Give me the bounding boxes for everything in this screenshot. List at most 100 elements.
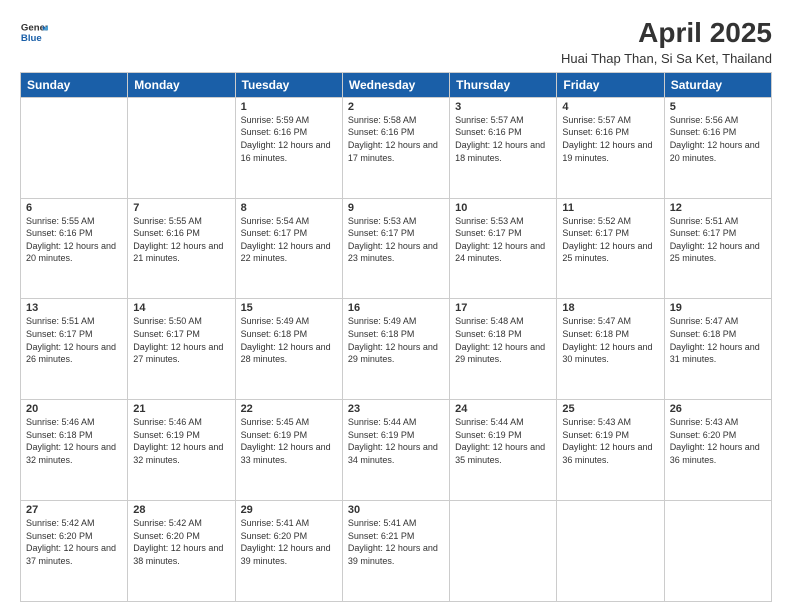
day-info: Sunrise: 5:49 AM Sunset: 6:18 PM Dayligh…: [241, 315, 337, 365]
calendar-week-row: 6Sunrise: 5:55 AM Sunset: 6:16 PM Daylig…: [21, 198, 772, 299]
day-info: Sunrise: 5:44 AM Sunset: 6:19 PM Dayligh…: [455, 416, 551, 466]
day-number: 27: [26, 504, 122, 516]
day-info: Sunrise: 5:55 AM Sunset: 6:16 PM Dayligh…: [133, 215, 229, 265]
day-number: 25: [562, 403, 658, 415]
day-number: 7: [133, 202, 229, 214]
day-info: Sunrise: 5:52 AM Sunset: 6:17 PM Dayligh…: [562, 215, 658, 265]
table-row: 20Sunrise: 5:46 AM Sunset: 6:18 PM Dayli…: [21, 400, 128, 501]
day-number: 5: [670, 101, 766, 113]
day-number: 2: [348, 101, 444, 113]
day-info: Sunrise: 5:57 AM Sunset: 6:16 PM Dayligh…: [562, 114, 658, 164]
day-number: 11: [562, 202, 658, 214]
table-row: [128, 97, 235, 198]
table-row: [450, 501, 557, 602]
logo-icon: General Blue: [20, 18, 48, 46]
day-info: Sunrise: 5:48 AM Sunset: 6:18 PM Dayligh…: [455, 315, 551, 365]
calendar-header-row: Sunday Monday Tuesday Wednesday Thursday…: [21, 72, 772, 97]
table-row: 8Sunrise: 5:54 AM Sunset: 6:17 PM Daylig…: [235, 198, 342, 299]
table-row: 14Sunrise: 5:50 AM Sunset: 6:17 PM Dayli…: [128, 299, 235, 400]
day-info: Sunrise: 5:42 AM Sunset: 6:20 PM Dayligh…: [26, 517, 122, 567]
day-info: Sunrise: 5:46 AM Sunset: 6:18 PM Dayligh…: [26, 416, 122, 466]
day-number: 9: [348, 202, 444, 214]
header-saturday: Saturday: [664, 72, 771, 97]
day-number: 14: [133, 302, 229, 314]
day-number: 8: [241, 202, 337, 214]
table-row: 29Sunrise: 5:41 AM Sunset: 6:20 PM Dayli…: [235, 501, 342, 602]
day-info: Sunrise: 5:41 AM Sunset: 6:21 PM Dayligh…: [348, 517, 444, 567]
day-number: 22: [241, 403, 337, 415]
table-row: 18Sunrise: 5:47 AM Sunset: 6:18 PM Dayli…: [557, 299, 664, 400]
table-row: 30Sunrise: 5:41 AM Sunset: 6:21 PM Dayli…: [342, 501, 449, 602]
day-number: 13: [26, 302, 122, 314]
table-row: 9Sunrise: 5:53 AM Sunset: 6:17 PM Daylig…: [342, 198, 449, 299]
day-info: Sunrise: 5:56 AM Sunset: 6:16 PM Dayligh…: [670, 114, 766, 164]
day-info: Sunrise: 5:57 AM Sunset: 6:16 PM Dayligh…: [455, 114, 551, 164]
day-info: Sunrise: 5:55 AM Sunset: 6:16 PM Dayligh…: [26, 215, 122, 265]
header: General Blue April 2025 Huai Thap Than, …: [20, 18, 772, 66]
header-monday: Monday: [128, 72, 235, 97]
day-number: 15: [241, 302, 337, 314]
calendar-week-row: 13Sunrise: 5:51 AM Sunset: 6:17 PM Dayli…: [21, 299, 772, 400]
day-info: Sunrise: 5:41 AM Sunset: 6:20 PM Dayligh…: [241, 517, 337, 567]
table-row: 10Sunrise: 5:53 AM Sunset: 6:17 PM Dayli…: [450, 198, 557, 299]
day-number: 16: [348, 302, 444, 314]
table-row: 4Sunrise: 5:57 AM Sunset: 6:16 PM Daylig…: [557, 97, 664, 198]
day-number: 12: [670, 202, 766, 214]
day-number: 28: [133, 504, 229, 516]
table-row: 15Sunrise: 5:49 AM Sunset: 6:18 PM Dayli…: [235, 299, 342, 400]
table-row: 11Sunrise: 5:52 AM Sunset: 6:17 PM Dayli…: [557, 198, 664, 299]
day-number: 19: [670, 302, 766, 314]
table-row: 6Sunrise: 5:55 AM Sunset: 6:16 PM Daylig…: [21, 198, 128, 299]
subtitle: Huai Thap Than, Si Sa Ket, Thailand: [561, 51, 772, 66]
day-number: 29: [241, 504, 337, 516]
day-number: 6: [26, 202, 122, 214]
day-number: 30: [348, 504, 444, 516]
table-row: 21Sunrise: 5:46 AM Sunset: 6:19 PM Dayli…: [128, 400, 235, 501]
table-row: 5Sunrise: 5:56 AM Sunset: 6:16 PM Daylig…: [664, 97, 771, 198]
table-row: [664, 501, 771, 602]
day-number: 1: [241, 101, 337, 113]
header-sunday: Sunday: [21, 72, 128, 97]
header-thursday: Thursday: [450, 72, 557, 97]
day-info: Sunrise: 5:44 AM Sunset: 6:19 PM Dayligh…: [348, 416, 444, 466]
day-number: 3: [455, 101, 551, 113]
day-info: Sunrise: 5:46 AM Sunset: 6:19 PM Dayligh…: [133, 416, 229, 466]
main-title: April 2025: [561, 18, 772, 49]
header-wednesday: Wednesday: [342, 72, 449, 97]
table-row: 24Sunrise: 5:44 AM Sunset: 6:19 PM Dayli…: [450, 400, 557, 501]
table-row: 3Sunrise: 5:57 AM Sunset: 6:16 PM Daylig…: [450, 97, 557, 198]
calendar-week-row: 1Sunrise: 5:59 AM Sunset: 6:16 PM Daylig…: [21, 97, 772, 198]
table-row: 22Sunrise: 5:45 AM Sunset: 6:19 PM Dayli…: [235, 400, 342, 501]
page: General Blue April 2025 Huai Thap Than, …: [0, 0, 792, 612]
day-number: 18: [562, 302, 658, 314]
day-info: Sunrise: 5:43 AM Sunset: 6:20 PM Dayligh…: [670, 416, 766, 466]
table-row: 12Sunrise: 5:51 AM Sunset: 6:17 PM Dayli…: [664, 198, 771, 299]
day-info: Sunrise: 5:43 AM Sunset: 6:19 PM Dayligh…: [562, 416, 658, 466]
logo: General Blue: [20, 18, 48, 46]
table-row: 23Sunrise: 5:44 AM Sunset: 6:19 PM Dayli…: [342, 400, 449, 501]
table-row: 27Sunrise: 5:42 AM Sunset: 6:20 PM Dayli…: [21, 501, 128, 602]
day-number: 10: [455, 202, 551, 214]
day-info: Sunrise: 5:47 AM Sunset: 6:18 PM Dayligh…: [562, 315, 658, 365]
calendar-table: Sunday Monday Tuesday Wednesday Thursday…: [20, 72, 772, 602]
table-row: [557, 501, 664, 602]
table-row: 2Sunrise: 5:58 AM Sunset: 6:16 PM Daylig…: [342, 97, 449, 198]
title-block: April 2025 Huai Thap Than, Si Sa Ket, Th…: [561, 18, 772, 66]
table-row: 1Sunrise: 5:59 AM Sunset: 6:16 PM Daylig…: [235, 97, 342, 198]
day-number: 21: [133, 403, 229, 415]
day-number: 4: [562, 101, 658, 113]
day-number: 26: [670, 403, 766, 415]
table-row: 28Sunrise: 5:42 AM Sunset: 6:20 PM Dayli…: [128, 501, 235, 602]
svg-text:Blue: Blue: [21, 33, 42, 44]
day-number: 24: [455, 403, 551, 415]
table-row: 7Sunrise: 5:55 AM Sunset: 6:16 PM Daylig…: [128, 198, 235, 299]
day-info: Sunrise: 5:54 AM Sunset: 6:17 PM Dayligh…: [241, 215, 337, 265]
table-row: 17Sunrise: 5:48 AM Sunset: 6:18 PM Dayli…: [450, 299, 557, 400]
day-info: Sunrise: 5:58 AM Sunset: 6:16 PM Dayligh…: [348, 114, 444, 164]
day-number: 17: [455, 302, 551, 314]
day-info: Sunrise: 5:50 AM Sunset: 6:17 PM Dayligh…: [133, 315, 229, 365]
day-info: Sunrise: 5:53 AM Sunset: 6:17 PM Dayligh…: [455, 215, 551, 265]
header-tuesday: Tuesday: [235, 72, 342, 97]
table-row: 16Sunrise: 5:49 AM Sunset: 6:18 PM Dayli…: [342, 299, 449, 400]
table-row: 19Sunrise: 5:47 AM Sunset: 6:18 PM Dayli…: [664, 299, 771, 400]
